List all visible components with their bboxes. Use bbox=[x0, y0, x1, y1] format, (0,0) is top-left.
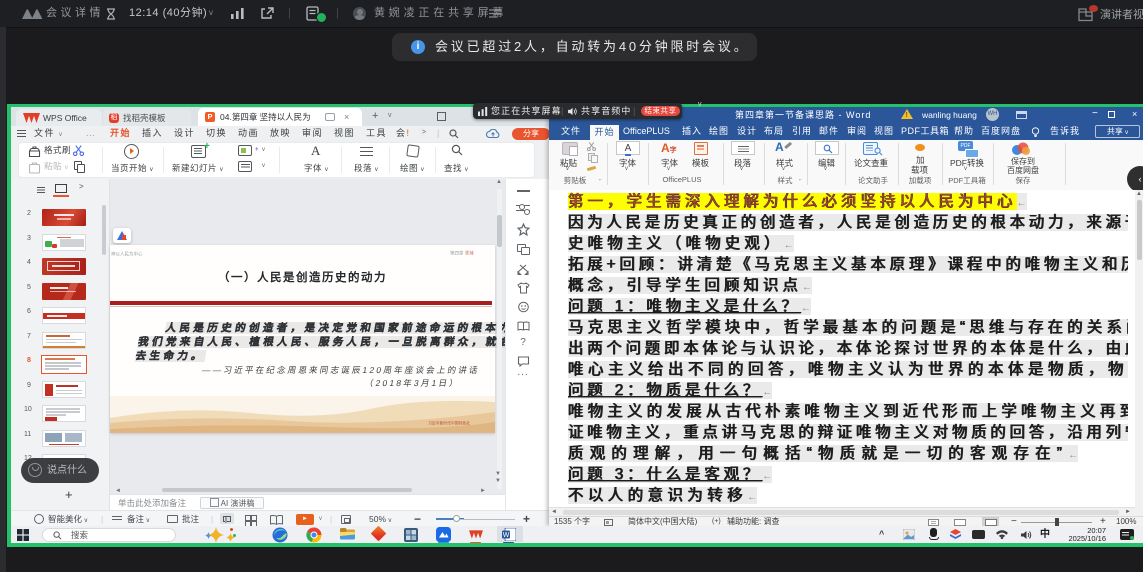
svg-text:W: W bbox=[503, 532, 510, 539]
